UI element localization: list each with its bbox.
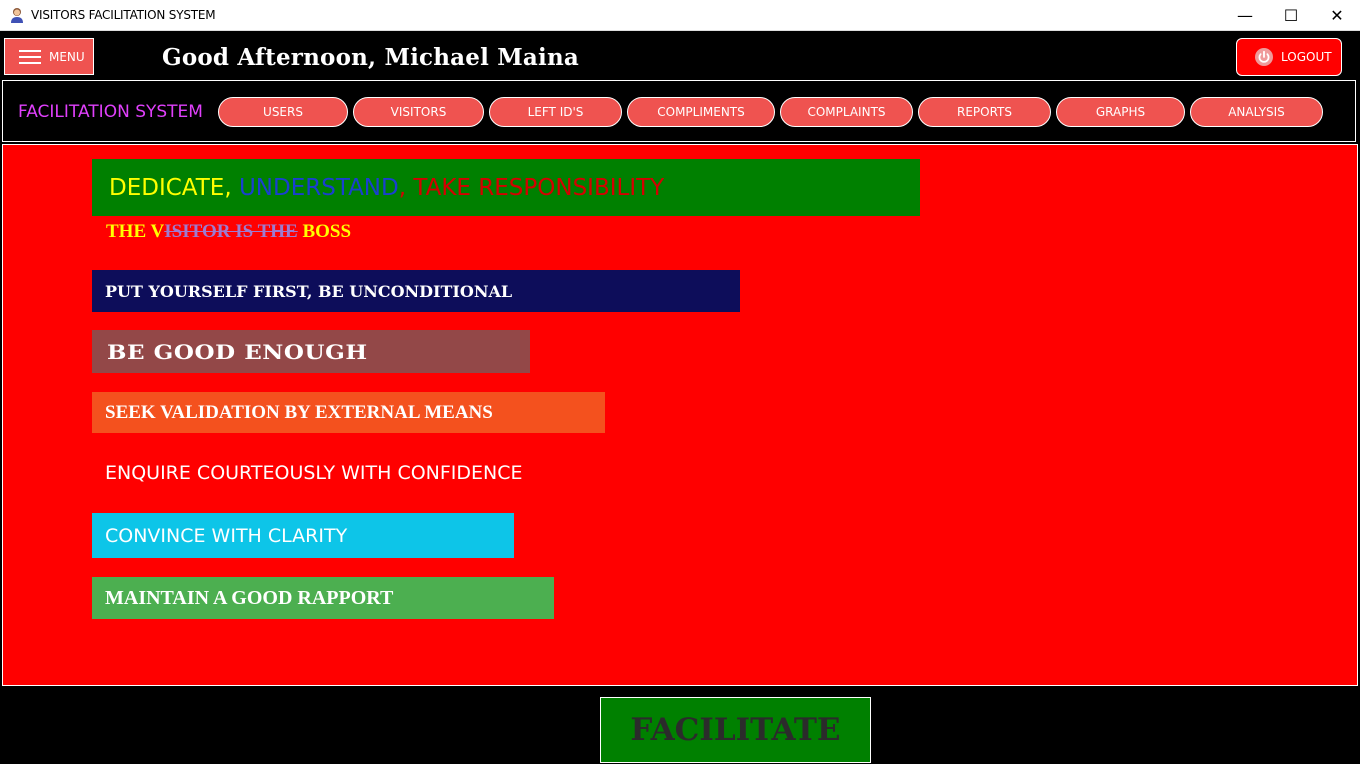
main-panel: DEDICATE, UNDERSTAND, TAKE RESPONSIBILIT… [2, 144, 1358, 686]
close-button[interactable]: ✕ [1314, 0, 1360, 30]
facilitate-button[interactable]: FACILITATE [600, 697, 871, 763]
menu-label: MENU [49, 49, 85, 64]
nav-compliments-button[interactable]: COMPLIMENTS [627, 97, 775, 127]
banner-text: BE GOOD ENOUGH [106, 339, 368, 364]
hamburger-icon [19, 49, 41, 64]
banner-convince-clarity: CONVINCE WITH CLARITY [92, 513, 514, 558]
window-title: VISITORS FACILITATION SYSTEM [31, 8, 216, 22]
motto-dedicate: DEDICATE, [109, 174, 232, 201]
banner-text: CONVINCE WITH CLARITY [105, 524, 348, 547]
nav-users-button[interactable]: USERS [218, 97, 348, 127]
system-title: FACILITATION SYSTEM [18, 102, 203, 122]
logout-button[interactable]: LOGOUT [1236, 38, 1342, 76]
header-bar: MENU Good Afternoon, Michael Maina LOGOU… [0, 31, 1360, 80]
boss-line-part1: THE V [106, 221, 165, 242]
banner-text: ENQUIRE COURTEOUSLY WITH CONFIDENCE [105, 462, 523, 484]
banner-be-good-enough: BE GOOD ENOUGH [92, 330, 530, 373]
nav-complaints-button[interactable]: COMPLAINTS [780, 97, 913, 127]
nav-reports-button[interactable]: REPORTS [918, 97, 1051, 127]
menu-button[interactable]: MENU [4, 38, 94, 75]
banner-enquire-courteously: ENQUIRE COURTEOUSLY WITH CONFIDENCE [92, 453, 552, 493]
user-icon [11, 8, 23, 23]
boss-line-part2: ISITOR IS THE [164, 221, 298, 242]
motto-text: DEDICATE, UNDERSTAND, TAKE RESPONSIBILIT… [92, 175, 664, 201]
minimize-button[interactable]: — [1222, 0, 1268, 30]
banner-put-yourself-first: PUT YOURSELF FIRST, BE UNCONDITIONAL [92, 270, 740, 312]
motto-take-responsibility: , TAKE RESPONSIBILITY [398, 174, 665, 201]
banner-seek-validation: SEEK VALIDATION BY EXTERNAL MEANS [92, 392, 605, 433]
boss-line-part3: BOSS [297, 221, 352, 242]
nav-left-ids-button[interactable]: LEFT ID'S [489, 97, 622, 127]
greeting-text: Good Afternoon, Michael Maina [162, 44, 579, 71]
banner-maintain-rapport: MAINTAIN A GOOD RAPPORT [92, 577, 554, 619]
nav-visitors-button[interactable]: VISITORS [353, 97, 484, 127]
visitor-is-boss-text: THE VISITOR IS THE BOSS [106, 221, 351, 243]
nav-graphs-button[interactable]: GRAPHS [1056, 97, 1185, 127]
banner-text: MAINTAIN A GOOD RAPPORT [105, 586, 394, 609]
motto-banner: DEDICATE, UNDERSTAND, TAKE RESPONSIBILIT… [92, 159, 920, 216]
banner-text: PUT YOURSELF FIRST, BE UNCONDITIONAL [105, 281, 513, 301]
banner-text: SEEK VALIDATION BY EXTERNAL MEANS [105, 401, 493, 423]
motto-understand: UNDERSTAND [231, 174, 399, 201]
logout-label: LOGOUT [1281, 50, 1332, 64]
title-bar: VISITORS FACILITATION SYSTEM — ☐ ✕ [0, 0, 1360, 31]
maximize-button[interactable]: ☐ [1268, 0, 1314, 30]
nav-analysis-button[interactable]: ANALYSIS [1190, 97, 1323, 127]
nav-bar: FACILITATION SYSTEM USERS VISITORS LEFT … [2, 80, 1356, 142]
power-icon [1255, 48, 1273, 66]
